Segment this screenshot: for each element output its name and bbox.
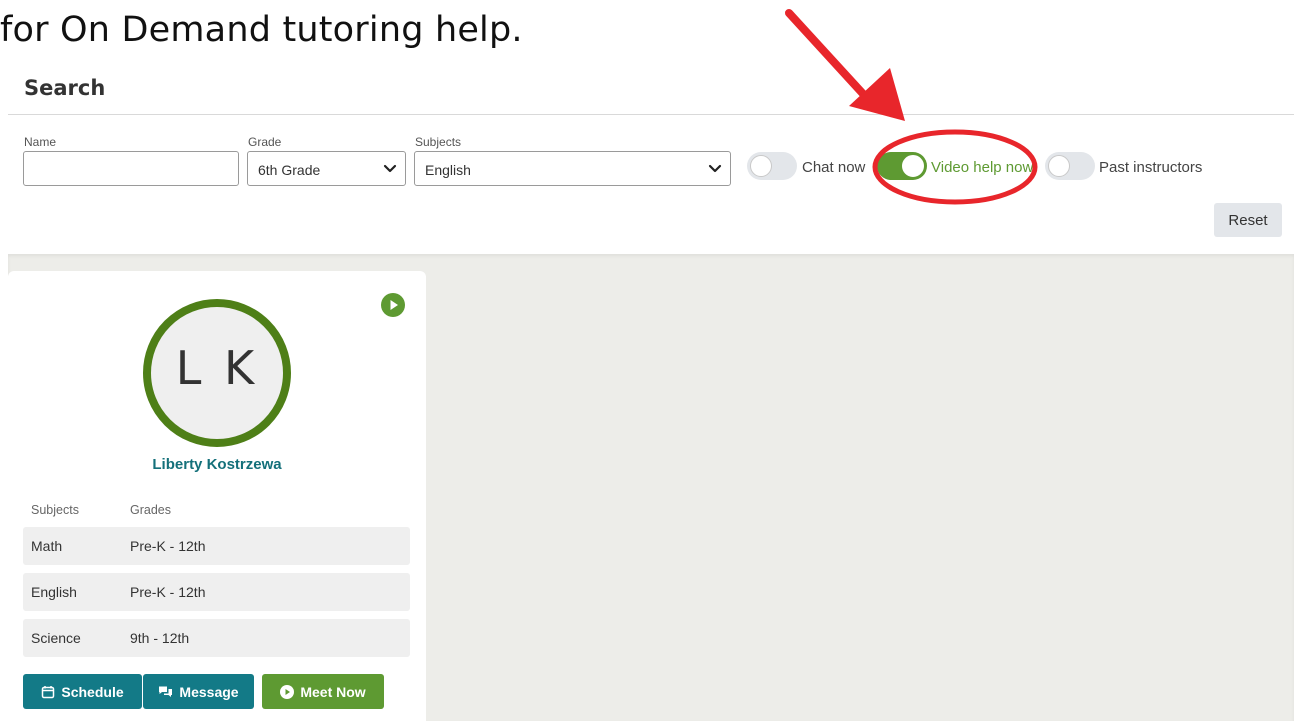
chevron-down-icon	[383, 164, 397, 173]
toggle-knob	[750, 155, 772, 177]
subject-row: English Pre-K - 12th	[23, 573, 410, 611]
subjects-column-header: Subjects	[31, 503, 79, 517]
grades-cell: Pre-K - 12th	[130, 584, 206, 600]
video-help-now-label: Video help now	[931, 159, 1034, 176]
grade-select-value: 6th Grade	[258, 162, 321, 178]
grades-cell: Pre-K - 12th	[130, 538, 206, 554]
subject-cell: Math	[31, 538, 63, 554]
subjects-select[interactable]: English	[414, 151, 731, 186]
toggle-knob	[1048, 155, 1070, 177]
video-help-now-toggle[interactable]	[877, 152, 927, 180]
reset-button[interactable]: Reset	[1214, 203, 1282, 237]
chat-now-toggle[interactable]	[747, 152, 797, 180]
schedule-label: Schedule	[61, 683, 124, 700]
tutor-name[interactable]: Liberty Kostrzewa	[8, 456, 426, 473]
toggle-knob	[902, 155, 924, 177]
subjects-label: Subjects	[415, 135, 462, 149]
header-divider	[8, 114, 1294, 115]
chat-now-label: Chat now	[802, 159, 866, 176]
play-circle-icon	[280, 684, 295, 699]
chat-bubbles-icon	[159, 686, 173, 697]
subject-cell: Science	[31, 630, 81, 646]
subject-row: Science 9th - 12th	[23, 619, 410, 657]
past-instructors-label: Past instructors	[1099, 159, 1203, 176]
meet-now-button[interactable]: Meet Now	[262, 674, 384, 709]
subjects-select-value: English	[425, 162, 471, 178]
subject-row: Math Pre-K - 12th	[23, 527, 410, 565]
tutorial-headline: for On Demand tutoring help.	[0, 10, 523, 50]
avatar-initials: L K	[175, 341, 259, 395]
grades-cell: 9th - 12th	[130, 630, 190, 646]
subject-cell: English	[31, 584, 77, 600]
chevron-down-icon	[708, 164, 722, 173]
play-circle-icon[interactable]	[381, 293, 405, 317]
message-button[interactable]: Message	[143, 674, 254, 709]
annotation-arrow-shaft	[785, 9, 869, 100]
calendar-icon	[42, 685, 55, 698]
grades-column-header: Grades	[130, 503, 171, 517]
grade-label: Grade	[248, 135, 282, 149]
message-label: Message	[179, 683, 239, 700]
schedule-button[interactable]: Schedule	[23, 674, 142, 709]
past-instructors-toggle[interactable]	[1045, 152, 1095, 180]
grade-select[interactable]: 6th Grade	[247, 151, 406, 186]
meet-now-label: Meet Now	[300, 683, 366, 700]
search-heading: Search	[24, 76, 106, 100]
name-input[interactable]	[23, 151, 239, 186]
name-label: Name	[24, 135, 57, 149]
